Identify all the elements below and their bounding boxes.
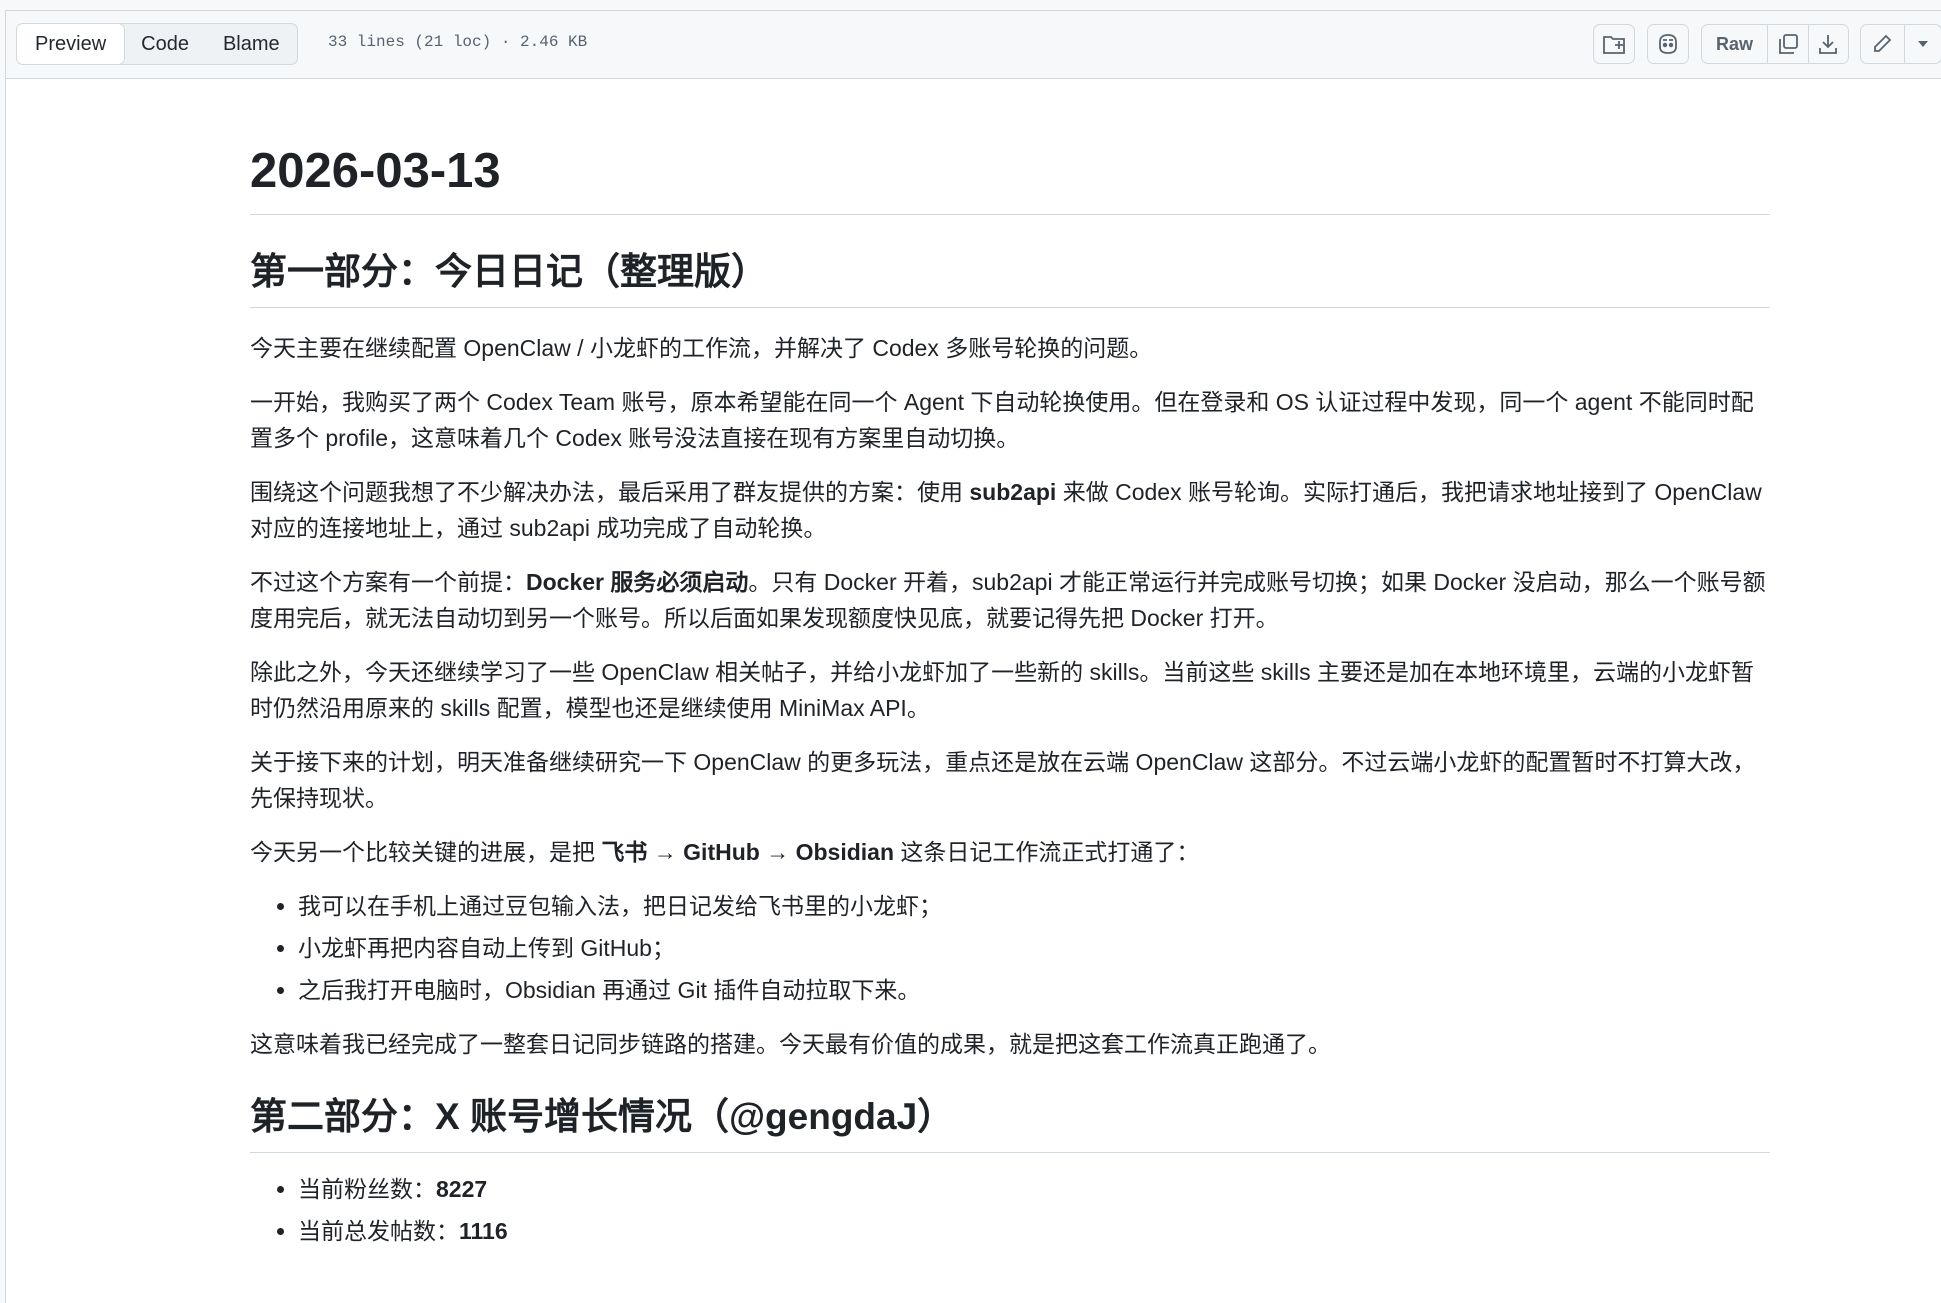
paragraph: 除此之外，今天还继续学习了一些 OpenClaw 相关帖子，并给小龙虾加了一些新… — [250, 659, 1754, 721]
list-item: 当前总发帖数：1116 — [298, 1213, 1770, 1249]
bold-text: Docker 服务必须启动 — [526, 569, 749, 595]
edit-group — [1860, 24, 1941, 64]
list-item: 小龙虾再把内容自动上传到 GitHub； — [298, 930, 1770, 966]
bold-text: 飞书 → GitHub → Obsidian — [601, 839, 895, 865]
followers-count: 8227 — [436, 1176, 488, 1202]
raw-button[interactable]: Raw — [1702, 25, 1767, 63]
triangle-down-icon — [1916, 39, 1930, 49]
bold-text: sub2api — [969, 479, 1057, 505]
file-info: 33 lines (21 loc) · 2.46 KB — [328, 33, 588, 51]
posts-count: 1116 — [459, 1218, 508, 1244]
view-mode-switcher: Preview Code Blame — [16, 23, 298, 65]
tab-code[interactable]: Code — [124, 24, 206, 64]
copilot-button[interactable] — [1647, 24, 1689, 64]
paragraph: 一开始，我购买了两个 Codex Team 账号，原本希望能在同一个 Agent… — [250, 389, 1754, 451]
edit-button[interactable] — [1861, 25, 1904, 63]
raw-copy-download-group: Raw — [1701, 24, 1849, 64]
move-file-button[interactable] — [1593, 24, 1635, 64]
section-heading-diary: 第一部分：今日日记（整理版） — [250, 247, 1770, 308]
page-title: 2026-03-13 — [250, 140, 1770, 215]
workflow-list: 我可以在手机上通过豆包输入法，把日记发给飞书里的小龙虾； 小龙虾再把内容自动上传… — [250, 888, 1770, 1008]
list-item: 当前粉丝数：8227 — [298, 1171, 1770, 1207]
markdown-body: 2026-03-13 第一部分：今日日记（整理版） 今天主要在继续配置 Open… — [250, 78, 1770, 1255]
list-item: 之后我打开电脑时，Obsidian 再通过 Git 插件自动拉取下来。 — [298, 972, 1770, 1008]
file-view: Preview Code Blame 33 lines (21 loc) · 2… — [5, 10, 1941, 1303]
copy-icon — [1777, 33, 1799, 55]
download-button[interactable] — [1807, 25, 1848, 63]
copy-raw-button[interactable] — [1767, 25, 1807, 63]
paragraph: 围绕这个问题我想了不少解决办法，最后采用了群友提供的方案：使用 sub2api … — [250, 479, 1762, 541]
section-heading-x-growth: 第二部分：X 账号增长情况（@gengdaJ） — [250, 1092, 1770, 1153]
tab-preview[interactable]: Preview — [16, 24, 126, 64]
tab-blame[interactable]: Blame — [206, 24, 297, 64]
paragraph: 不过这个方案有一个前提：Docker 服务必须启动。只有 Docker 开着，s… — [250, 569, 1766, 631]
paragraph: 这意味着我已经完成了一整套日记同步链路的搭建。今天最有价值的成果，就是把这套工作… — [250, 1031, 1331, 1057]
paragraph: 关于接下来的计划，明天准备继续研究一下 OpenClaw 的更多玩法，重点还是放… — [250, 749, 1756, 811]
copilot-icon — [1656, 33, 1680, 55]
download-icon — [1817, 33, 1839, 55]
paragraph: 今天另一个比较关键的进展，是把 飞书 → GitHub → Obsidian 这… — [250, 839, 1200, 865]
file-toolbar: Preview Code Blame 33 lines (21 loc) · 2… — [6, 11, 1941, 79]
pencil-icon — [1871, 33, 1893, 55]
file-move-icon — [1602, 33, 1626, 55]
paragraph: 今天主要在继续配置 OpenClaw / 小龙虾的工作流，并解决了 Codex … — [250, 335, 1153, 361]
stats-list: 当前粉丝数：8227 当前总发帖数：1116 — [250, 1171, 1770, 1249]
edit-options-button[interactable] — [1903, 25, 1941, 63]
list-item: 我可以在手机上通过豆包输入法，把日记发给飞书里的小龙虾； — [298, 888, 1770, 924]
